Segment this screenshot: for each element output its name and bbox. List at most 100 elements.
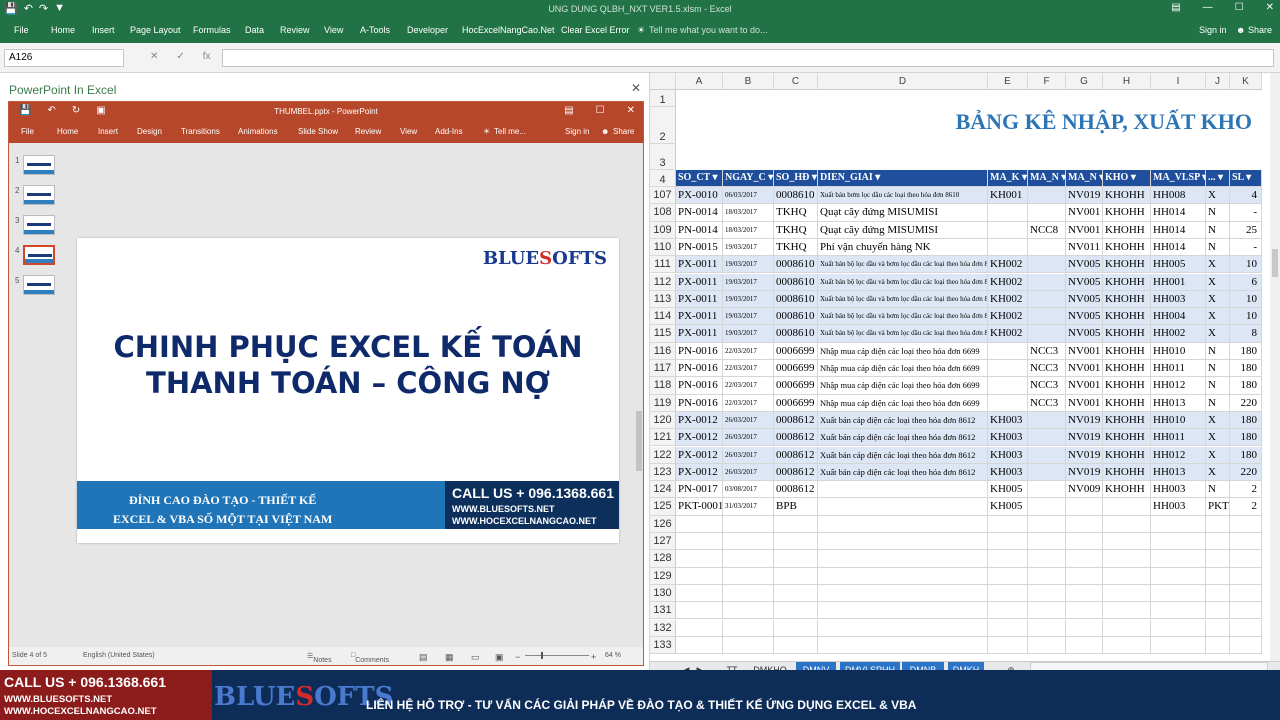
tab-view[interactable]: View (324, 25, 343, 35)
table-cell[interactable]: X (1206, 463, 1230, 482)
table-cell[interactable] (1103, 498, 1151, 516)
table-cell[interactable]: 0008612 (774, 481, 818, 499)
empty-cell[interactable] (1151, 550, 1206, 568)
table-cell[interactable] (988, 394, 1028, 412)
zoom-level[interactable]: 64 % (605, 652, 621, 659)
table-cell[interactable]: KHOHH (1103, 308, 1151, 326)
table-cell[interactable]: 4 (1230, 187, 1262, 205)
row-header[interactable]: 4 (650, 170, 676, 187)
empty-cell[interactable] (1151, 584, 1206, 603)
table-column-header[interactable]: MA_N ▾ (1028, 170, 1066, 187)
table-cell[interactable]: 10 (1230, 256, 1262, 274)
table-cell[interactable]: PN-0014 (676, 204, 723, 222)
table-column-header[interactable]: ... ▾ (1206, 170, 1230, 187)
table-cell[interactable] (988, 342, 1028, 360)
empty-cell[interactable] (818, 619, 988, 637)
table-cell[interactable]: NV001 (1066, 221, 1103, 239)
table-cell[interactable]: 0006699 (774, 360, 818, 378)
ppt-tab-add-ins[interactable]: Add-Ins (435, 127, 463, 136)
empty-cell[interactable] (1066, 602, 1103, 620)
empty-cell[interactable] (1066, 619, 1103, 637)
table-cell[interactable]: X (1206, 256, 1230, 274)
empty-cell[interactable] (676, 550, 723, 568)
empty-cell[interactable] (988, 533, 1028, 551)
empty-cell[interactable] (1103, 550, 1151, 568)
table-cell[interactable]: HH014 (1151, 204, 1206, 222)
table-cell[interactable] (988, 360, 1028, 378)
name-box[interactable]: A126 (4, 49, 124, 67)
ribbon-options-icon[interactable]: ▤ (1171, 2, 1180, 13)
table-column-header[interactable]: SO_CT ▾ (676, 170, 723, 187)
slide-sorter-icon[interactable]: ▦ (445, 652, 454, 663)
row-header[interactable]: 126 (650, 515, 676, 533)
empty-cell[interactable] (774, 533, 818, 551)
empty-cell[interactable] (818, 550, 988, 568)
table-cell[interactable] (988, 238, 1028, 257)
current-slide[interactable]: BLUESOFTS CHINH PHỤC EXCEL KẾ TOÁN THANH… (77, 238, 619, 543)
table-cell[interactable]: N (1206, 377, 1230, 395)
table-cell[interactable]: 19/03/2017 (723, 273, 774, 291)
table-cell[interactable]: N (1206, 394, 1230, 412)
table-cell[interactable]: NV011 (1066, 238, 1103, 257)
row-header[interactable]: 109 (650, 221, 676, 239)
empty-cell[interactable] (1103, 567, 1151, 585)
table-cell[interactable]: PX-0012 (676, 429, 723, 447)
empty-cell[interactable] (1230, 533, 1262, 551)
table-cell[interactable]: Xuất bán cáp điện các loại theo hóa đơn … (818, 411, 988, 430)
table-cell[interactable]: 0008612 (774, 463, 818, 482)
table-cell[interactable] (1028, 238, 1066, 257)
table-cell[interactable]: HH014 (1151, 238, 1206, 257)
empty-cell[interactable] (1151, 636, 1206, 655)
empty-cell[interactable] (818, 515, 988, 533)
column-header-h[interactable]: H (1103, 73, 1151, 90)
table-cell[interactable]: 22/03/2017 (723, 377, 774, 395)
cancel-icon[interactable]: ✕ (150, 51, 158, 62)
empty-cell[interactable] (1028, 533, 1066, 551)
ppt-close-icon[interactable]: ✕ (627, 105, 635, 116)
ppt-tab-design[interactable]: Design (137, 127, 162, 136)
slide-thumbnail-5[interactable] (23, 275, 55, 295)
ppt-tab-home[interactable]: Home (57, 127, 78, 136)
table-cell[interactable]: PN-0014 (676, 221, 723, 239)
table-cell[interactable] (1028, 325, 1066, 343)
worksheet-grid[interactable]: BẢNG KÊ NHẬP, XUẤT KHO A B C D E F G H I J K 1 2 3 4 SO… (650, 73, 1280, 663)
zoom-in-icon[interactable]: + (591, 652, 596, 662)
empty-cell[interactable] (1151, 515, 1206, 533)
table-cell[interactable]: Xuất bán bộ lọc dầu và bơm lọc dầu các l… (818, 273, 988, 291)
table-cell[interactable]: HH010 (1151, 411, 1206, 430)
table-cell[interactable]: Xuất bán bộ lọc dầu và bơm lọc dầu các l… (818, 325, 988, 343)
table-cell[interactable]: 180 (1230, 446, 1262, 464)
table-cell[interactable]: HH001 (1151, 273, 1206, 291)
notes-button[interactable]: ☰ Notes (307, 652, 332, 664)
row-header[interactable]: 117 (650, 360, 676, 378)
table-cell[interactable]: KHOHH (1103, 394, 1151, 412)
table-cell[interactable]: HH011 (1151, 360, 1206, 378)
table-cell[interactable]: PN-0016 (676, 394, 723, 412)
table-cell[interactable]: KH003 (988, 429, 1028, 447)
table-cell[interactable]: HH004 (1151, 308, 1206, 326)
table-cell[interactable]: N (1206, 221, 1230, 239)
empty-cell[interactable] (1103, 636, 1151, 655)
empty-cell[interactable] (1230, 636, 1262, 655)
empty-cell[interactable] (774, 636, 818, 655)
table-cell[interactable]: KHOHH (1103, 187, 1151, 205)
table-cell[interactable]: NV005 (1066, 325, 1103, 343)
table-cell[interactable]: 180 (1230, 429, 1262, 447)
row-header[interactable]: 110 (650, 238, 676, 257)
table-cell[interactable] (1028, 498, 1066, 516)
table-cell[interactable]: 220 (1230, 463, 1262, 482)
column-header-j[interactable]: J (1206, 73, 1230, 90)
table-cell[interactable]: 22/03/2017 (723, 342, 774, 360)
table-cell[interactable]: 0006699 (774, 394, 818, 412)
table-cell[interactable]: KHOHH (1103, 325, 1151, 343)
table-cell[interactable] (1028, 463, 1066, 482)
table-cell[interactable]: X (1206, 446, 1230, 464)
empty-cell[interactable] (818, 567, 988, 585)
table-cell[interactable] (818, 498, 988, 516)
table-cell[interactable]: KHOHH (1103, 290, 1151, 309)
empty-cell[interactable] (988, 636, 1028, 655)
table-cell[interactable]: KHOHH (1103, 463, 1151, 482)
empty-cell[interactable] (676, 567, 723, 585)
table-cell[interactable]: 25 (1230, 221, 1262, 239)
row-header[interactable]: 114 (650, 308, 676, 326)
